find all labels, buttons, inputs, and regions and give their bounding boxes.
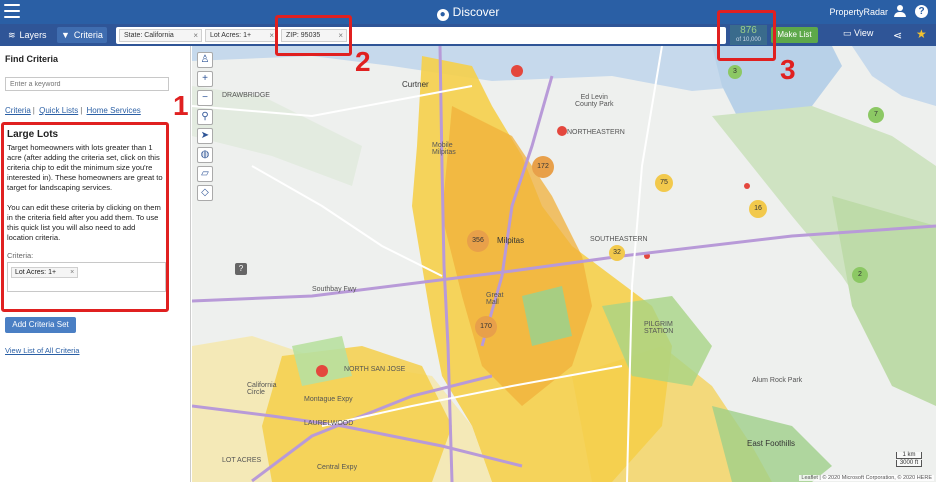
remove-chip-icon[interactable]: ×	[193, 30, 198, 41]
zoom-in-icon[interactable]: +	[197, 71, 213, 87]
map-label: Central Expy	[317, 464, 358, 471]
map-cluster[interactable]: 2	[852, 267, 868, 283]
view-button[interactable]: ▭ View	[843, 28, 873, 39]
map-label: NORTHEASTERN	[567, 129, 625, 136]
map-label: East Foothills	[747, 439, 796, 448]
sidebar: Find Criteria Criteria| Quick Lists| Hom…	[0, 46, 191, 482]
map-cluster[interactable]: 172	[532, 156, 554, 178]
app-title: ● Discover	[0, 5, 936, 21]
map-label: Ed Levin County Park	[575, 94, 614, 108]
map-label: Curtner	[402, 80, 429, 89]
map-cluster[interactable]: 16	[749, 200, 767, 218]
map-label: NORTH SAN JOSE	[344, 366, 406, 373]
zoom-out-icon[interactable]: −	[197, 90, 213, 106]
filter-icon: ▼	[61, 30, 70, 40]
user-icon[interactable]	[894, 5, 906, 17]
map-cluster[interactable]: 356	[467, 230, 489, 252]
map-label: Mobile Milpitas	[432, 142, 456, 156]
remove-chip-icon[interactable]: ×	[269, 30, 274, 41]
help-icon[interactable]: ?	[915, 5, 928, 18]
tab-criteria[interactable]: Criteria	[5, 106, 31, 115]
locate-icon[interactable]: ➤	[197, 128, 213, 144]
tab-quick-lists[interactable]: Quick Lists	[39, 106, 78, 115]
annotation-box	[717, 10, 776, 61]
map-cluster[interactable]: 32	[609, 245, 625, 261]
share-icon[interactable]: ⋖	[893, 29, 902, 42]
quick-list-criteria-chip[interactable]: Lot Acres: 1+ ×	[11, 267, 79, 278]
annotation-number: 3	[780, 54, 796, 85]
map-scale: 1 km 3000 ft	[896, 452, 922, 468]
map-attribution[interactable]: Leaflet | © 2020 Microsoft Corporation, …	[799, 475, 934, 481]
map-cluster[interactable]: 7	[868, 107, 884, 123]
criteria-button[interactable]: ▼ Criteria	[57, 27, 107, 43]
map-cluster[interactable]: 170	[475, 316, 497, 338]
map-canvas[interactable]	[192, 46, 936, 482]
criteria-chip-state[interactable]: State: California ×	[119, 29, 202, 42]
brand-name[interactable]: PropertyRadar	[829, 7, 888, 17]
map-label: LAURELWOOD	[304, 420, 354, 427]
sidebar-heading: Find Criteria	[5, 54, 59, 64]
globe-icon: ●	[436, 9, 449, 21]
map-label: DRAWBRIDGE	[222, 92, 270, 99]
keyword-search-input[interactable]	[5, 77, 169, 91]
add-criteria-set-button[interactable]: Add Criteria Set	[5, 317, 76, 333]
quick-list-title: Large Lots	[7, 129, 59, 140]
globe-icon[interactable]: ◍	[197, 147, 213, 163]
map-icon: ▭	[843, 28, 855, 38]
map-cluster[interactable]: 75	[655, 174, 673, 192]
top-bar: ● Discover PropertyRadar ?	[0, 0, 936, 24]
tab-home-services[interactable]: Home Services	[87, 106, 141, 115]
layers-icon: ≋	[8, 30, 16, 40]
map-cluster[interactable]: 3	[728, 65, 742, 79]
criteria-field[interactable]: Lot Acres: 1+ ×	[7, 262, 166, 292]
criteria-chip-lot-acres[interactable]: Lot Acres: 1+ ×	[205, 29, 278, 42]
layers-button[interactable]: ≋ Layers	[4, 27, 51, 43]
map-label: PILGRIM STATION	[644, 321, 674, 335]
draw-shape-icon[interactable]: ◇	[197, 185, 213, 201]
map-label: LOT ACRES	[222, 457, 262, 464]
map-view[interactable]: ♙ + − ⚲ ➤ ◍ ▱ ◇ ? 3 7 172 75 16 356 32 2…	[192, 46, 936, 482]
map-label: Southbay Fwy	[312, 286, 357, 293]
map-label: Great Mall	[486, 292, 504, 306]
toolbar: ≋ Layers ▼ Criteria State: California × Lot…	[0, 24, 936, 46]
map-label: California Circle	[247, 382, 277, 396]
view-all-criteria-link[interactable]: View List of All Criteria	[5, 346, 79, 355]
sidebar-tabs: Criteria | Quick Lists | Home Services	[5, 106, 141, 115]
streetview-icon[interactable]: ♙	[197, 52, 213, 68]
map-label: Montague Expy	[304, 396, 353, 403]
quick-list-card: Large Lots Target homeowners with lots g…	[1, 122, 169, 312]
quick-list-description: Target homeowners with lots greater than…	[7, 143, 163, 242]
map-controls: ♙ + − ⚲ ➤ ◍ ▱ ◇	[197, 52, 213, 204]
make-list-button[interactable]: Make List	[771, 27, 818, 43]
pin-icon[interactable]: ⚲	[197, 109, 213, 125]
map-label: Alum Rock Park	[752, 377, 803, 384]
annotation-box	[275, 15, 352, 56]
ruler-icon[interactable]: ▱	[197, 166, 213, 182]
annotation-number: 1	[173, 90, 189, 121]
remove-chip-icon[interactable]: ×	[70, 269, 74, 276]
criteria-filter-bar[interactable]: State: California × Lot Acres: 1+ × ZIP: 9…	[116, 27, 726, 44]
map-help-icon[interactable]: ?	[235, 263, 247, 275]
map-label: Milpitas	[497, 236, 525, 245]
map-label: SOUTHEASTERN	[590, 236, 648, 243]
criteria-label: Criteria:	[7, 251, 34, 260]
star-icon[interactable]: ★	[916, 27, 927, 41]
annotation-number: 2	[355, 46, 371, 77]
